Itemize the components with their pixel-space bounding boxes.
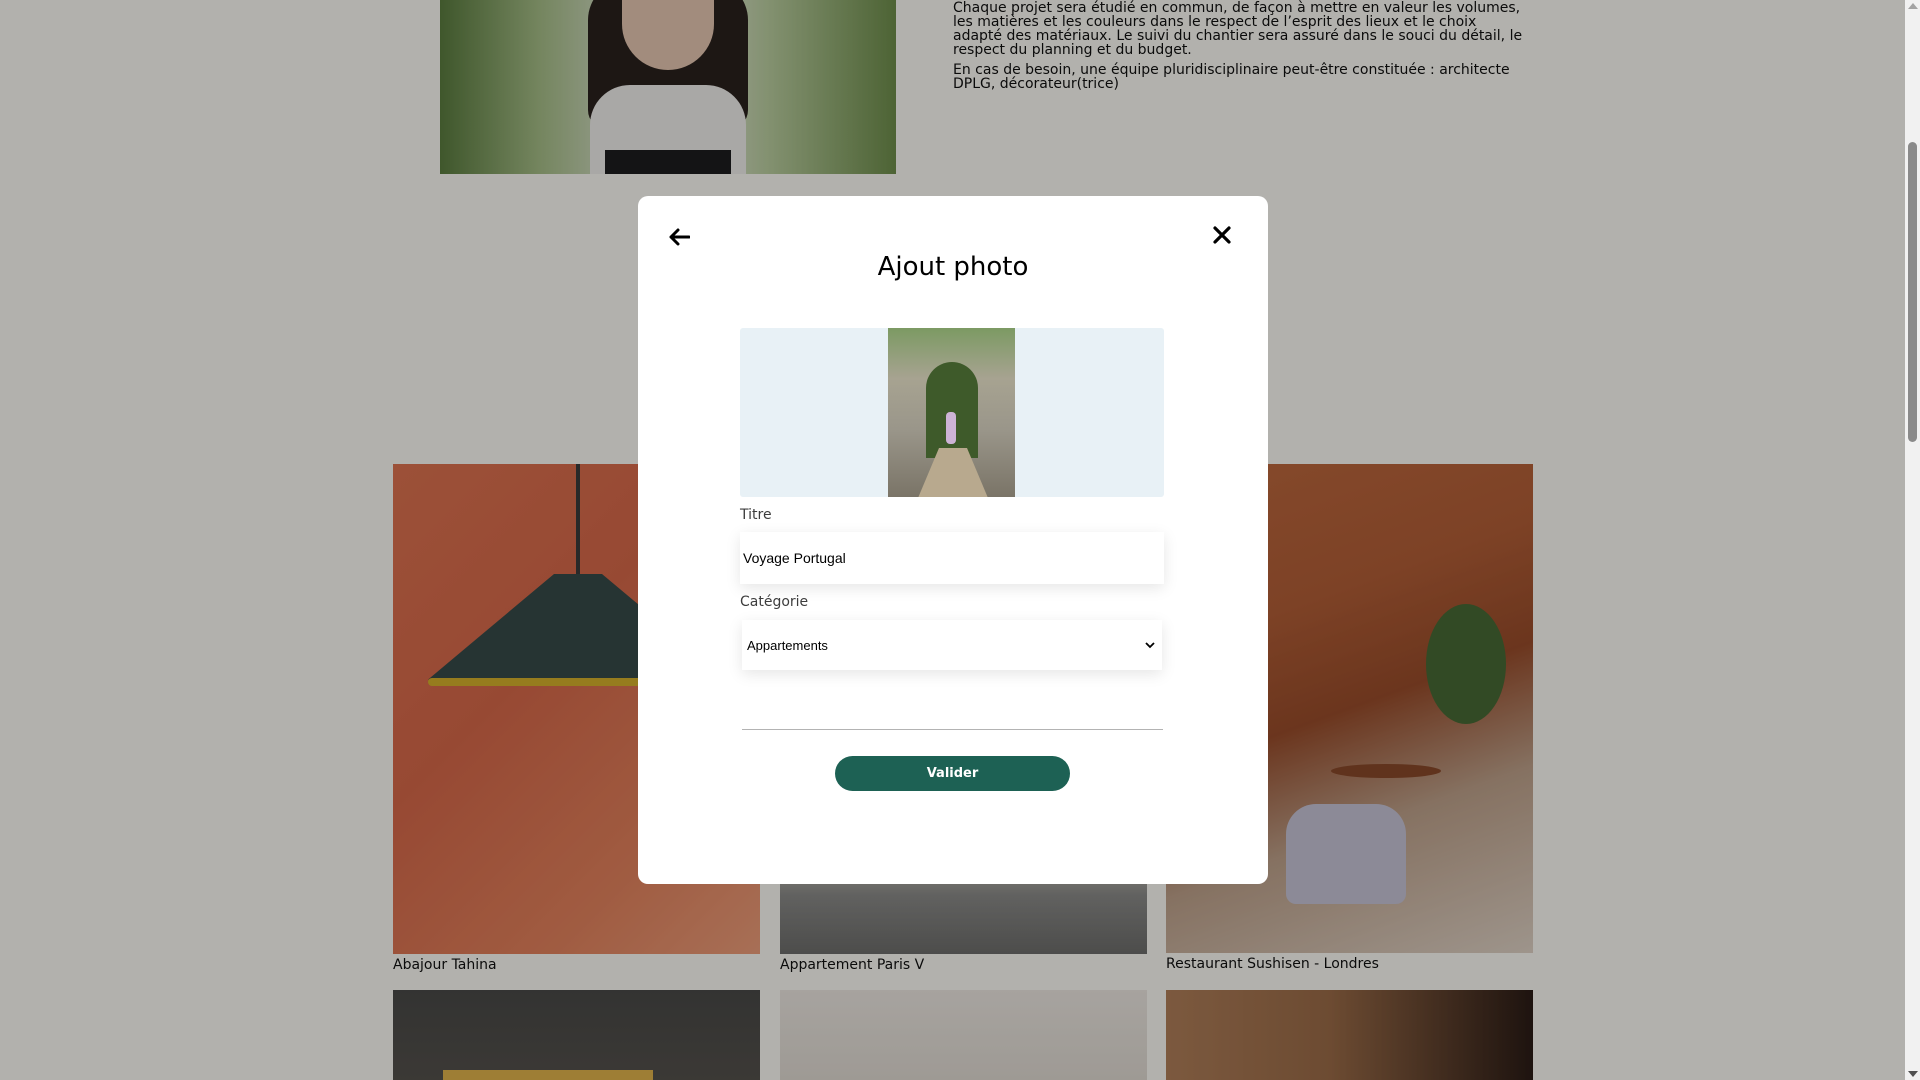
close-icon — [1213, 226, 1231, 244]
category-label: Catégorie — [740, 594, 809, 610]
modal-title: Ajout photo — [877, 252, 1029, 282]
title-label: Titre — [740, 507, 772, 523]
category-select-value: Appartements — [747, 637, 828, 653]
add-photo-modal: Ajout photo Titre Voyage Portugal Catégo… — [638, 196, 1268, 884]
arrow-left-icon — [669, 228, 690, 246]
back-button[interactable] — [664, 222, 694, 252]
scrollbar-thumb[interactable] — [1908, 142, 1917, 442]
category-select[interactable]: Appartements — [742, 620, 1162, 670]
scroll-up-icon[interactable] — [1908, 3, 1918, 9]
chevron-down-icon — [1145, 638, 1155, 652]
submit-button[interactable]: Valider — [835, 756, 1070, 791]
close-button[interactable] — [1207, 220, 1237, 250]
scroll-down-icon[interactable] — [1908, 1071, 1918, 1077]
page-scrollbar[interactable] — [1905, 0, 1920, 1080]
title-input[interactable]: Voyage Portugal — [740, 532, 1164, 584]
photo-upload-zone[interactable] — [740, 328, 1164, 497]
photo-preview — [888, 328, 1015, 497]
modal-divider — [742, 729, 1163, 730]
